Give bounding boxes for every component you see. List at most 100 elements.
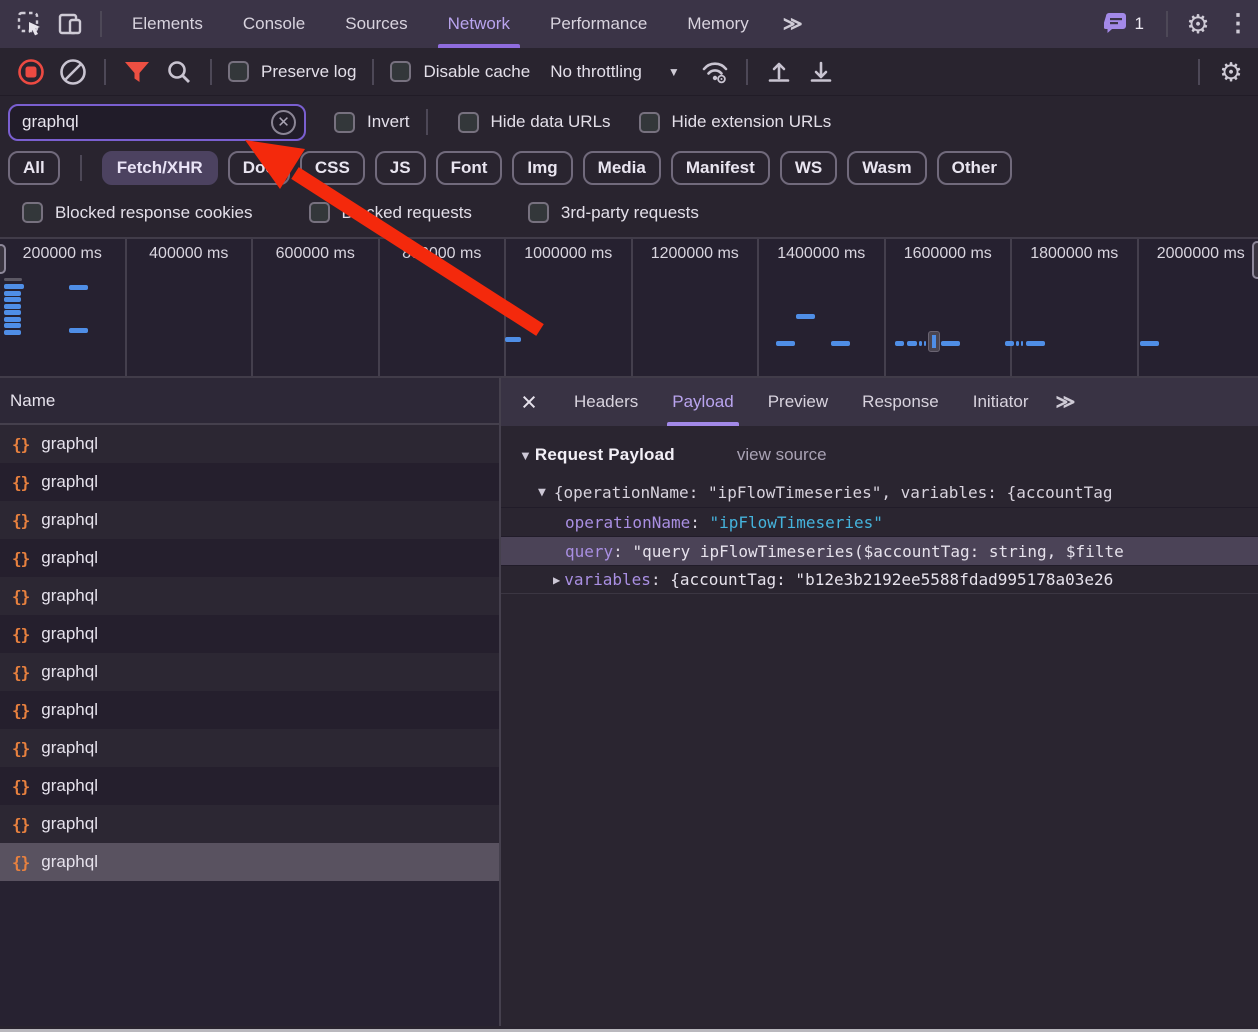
close-details-icon[interactable]: × xyxy=(501,389,557,416)
third-party-requests-checkbox[interactable]: 3rd-party requests xyxy=(522,202,705,223)
detail-tab-preview[interactable]: Preview xyxy=(751,378,845,426)
preserve-log-checkbox[interactable]: Preserve log xyxy=(222,61,362,82)
filter-pill-doc[interactable]: Doc xyxy=(228,151,290,185)
inspect-element-icon[interactable] xyxy=(10,4,50,44)
table-row[interactable]: {}graphql xyxy=(0,425,499,463)
disable-cache-label: Disable cache xyxy=(423,62,530,82)
export-har-icon[interactable] xyxy=(800,51,842,93)
overview-right-scroll-handle[interactable] xyxy=(1252,241,1258,279)
detail-tab-initiator[interactable]: Initiator xyxy=(956,378,1046,426)
name-column-header[interactable]: Name xyxy=(0,378,499,425)
json-braces-icon: {} xyxy=(12,777,29,796)
detail-tab-headers[interactable]: Headers xyxy=(557,378,655,426)
request-payload-section[interactable]: ▼ Request Payload view source xyxy=(501,440,1258,470)
clear-filter-icon[interactable]: ✕ xyxy=(271,110,296,135)
json-braces-icon: {} xyxy=(12,853,29,872)
filter-pill-img[interactable]: Img xyxy=(512,151,572,185)
table-row[interactable]: {}graphql xyxy=(0,501,499,539)
more-tabs-icon[interactable]: ≫ xyxy=(769,13,817,36)
filter-pill-ws[interactable]: WS xyxy=(780,151,837,185)
search-icon[interactable] xyxy=(158,51,200,93)
view-source-link[interactable]: view source xyxy=(737,445,827,465)
table-row[interactable]: {}graphql xyxy=(0,463,499,501)
network-conditions-icon[interactable] xyxy=(694,51,736,93)
detail-tab-payload[interactable]: Payload xyxy=(655,378,750,426)
divider xyxy=(1166,11,1168,37)
kebab-menu-icon[interactable]: ⋮ xyxy=(1218,4,1258,44)
tab-elements[interactable]: Elements xyxy=(112,0,223,48)
divider xyxy=(210,59,212,85)
settings-gear-icon[interactable]: ⚙ xyxy=(1178,4,1218,44)
network-toolbar: Preserve log Disable cache No throttling… xyxy=(0,48,1258,96)
filter-pill-font[interactable]: Font xyxy=(436,151,503,185)
divider xyxy=(746,59,748,85)
filter-pill-css[interactable]: CSS xyxy=(300,151,365,185)
hide-extension-urls-checkbox[interactable]: Hide extension URLs xyxy=(633,112,838,133)
filter-pill-all[interactable]: All xyxy=(8,151,60,185)
filter-pill-fetch-xhr[interactable]: Fetch/XHR xyxy=(102,151,218,185)
request-details-pane: × HeadersPayloadPreviewResponseInitiator… xyxy=(501,378,1258,1026)
issues-counter[interactable]: 1 xyxy=(1092,13,1156,35)
table-row[interactable]: {}graphql xyxy=(0,805,499,843)
payload-value: {accountTag: "b12e3b2192ee5588fdad995178… xyxy=(670,570,1113,589)
record-network-log-button[interactable] xyxy=(10,51,52,93)
filter-funnel-icon[interactable] xyxy=(116,51,158,93)
tab-memory[interactable]: Memory xyxy=(667,0,768,48)
table-row[interactable]: {}graphql xyxy=(0,653,499,691)
tab-network[interactable]: Network xyxy=(428,0,530,48)
request-name: graphql xyxy=(41,510,98,530)
timeline-tick-label: 1600000 ms xyxy=(886,239,1013,376)
payload-preview-text: {operationName: "ipFlowTimeseries", vari… xyxy=(554,483,1113,502)
more-details-tabs-icon[interactable]: ≫ xyxy=(1045,391,1085,414)
waterfall-bar xyxy=(4,284,24,289)
waterfall-bar xyxy=(831,341,850,346)
import-har-icon[interactable] xyxy=(758,51,800,93)
table-row[interactable]: {}graphql xyxy=(0,729,499,767)
details-tabbar: × HeadersPayloadPreviewResponseInitiator… xyxy=(501,378,1258,426)
network-settings-gear-icon[interactable]: ⚙ xyxy=(1210,51,1252,93)
table-row[interactable]: {}graphql xyxy=(0,843,499,881)
network-overview-timeline[interactable]: 200000 ms400000 ms600000 ms800000 ms1000… xyxy=(0,237,1258,378)
blocked-requests-checkbox[interactable]: Blocked requests xyxy=(303,202,478,223)
blocked-response-cookies-checkbox[interactable]: Blocked response cookies xyxy=(16,202,259,223)
payload-row-query[interactable]: query: "query ipFlowTimeseries($accountT… xyxy=(501,536,1258,565)
overview-left-scroll-handle[interactable] xyxy=(0,244,6,274)
waterfall-bar xyxy=(776,341,795,346)
invert-checkbox[interactable]: Invert xyxy=(328,112,416,133)
filter-pill-manifest[interactable]: Manifest xyxy=(671,151,770,185)
waterfall-bar xyxy=(1021,341,1023,346)
payload-root-node[interactable]: ▼ {operationName: "ipFlowTimeseries", va… xyxy=(501,477,1258,507)
filter-pill-media[interactable]: Media xyxy=(583,151,661,185)
table-row[interactable]: {}graphql xyxy=(0,577,499,615)
table-row[interactable]: {}graphql xyxy=(0,767,499,805)
table-row[interactable]: {}graphql xyxy=(0,691,499,729)
hide-data-urls-checkbox[interactable]: Hide data URLs xyxy=(452,112,617,133)
table-row[interactable]: {}graphql xyxy=(0,539,499,577)
toggle-device-toolbar-icon[interactable] xyxy=(50,4,90,44)
detail-tab-response[interactable]: Response xyxy=(845,378,956,426)
payload-row-operationName[interactable]: operationName: "ipFlowTimeseries" xyxy=(501,507,1258,536)
waterfall-bar xyxy=(1005,341,1014,346)
waterfall-bar xyxy=(69,328,88,333)
request-payload-title: Request Payload xyxy=(535,445,675,465)
filter-input[interactable] xyxy=(22,112,271,132)
filter-pill-wasm[interactable]: Wasm xyxy=(847,151,926,185)
checkbox-box xyxy=(639,112,660,133)
clear-network-log-button[interactable] xyxy=(52,51,94,93)
disable-cache-checkbox[interactable]: Disable cache xyxy=(384,61,536,82)
waterfall-selected-marker xyxy=(928,331,940,352)
table-row[interactable]: {}graphql xyxy=(0,615,499,653)
waterfall-bar xyxy=(4,278,22,281)
throttling-select[interactable]: No throttling ▼ xyxy=(536,62,694,82)
filter-pill-js[interactable]: JS xyxy=(375,151,426,185)
filter-row: ✕ Invert Hide data URLs Hide extension U… xyxy=(0,96,1258,148)
tab-sources[interactable]: Sources xyxy=(325,0,427,48)
tab-console[interactable]: Console xyxy=(223,0,325,48)
throttling-value: No throttling xyxy=(550,62,642,82)
payload-row-variables[interactable]: ▶variables: {accountTag: "b12e3b2192ee55… xyxy=(501,565,1258,594)
request-name: graphql xyxy=(41,548,98,568)
blocked-cookies-label: Blocked response cookies xyxy=(55,203,253,223)
tab-performance[interactable]: Performance xyxy=(530,0,667,48)
filter-pill-other[interactable]: Other xyxy=(937,151,1012,185)
waterfall-bar xyxy=(69,285,88,290)
